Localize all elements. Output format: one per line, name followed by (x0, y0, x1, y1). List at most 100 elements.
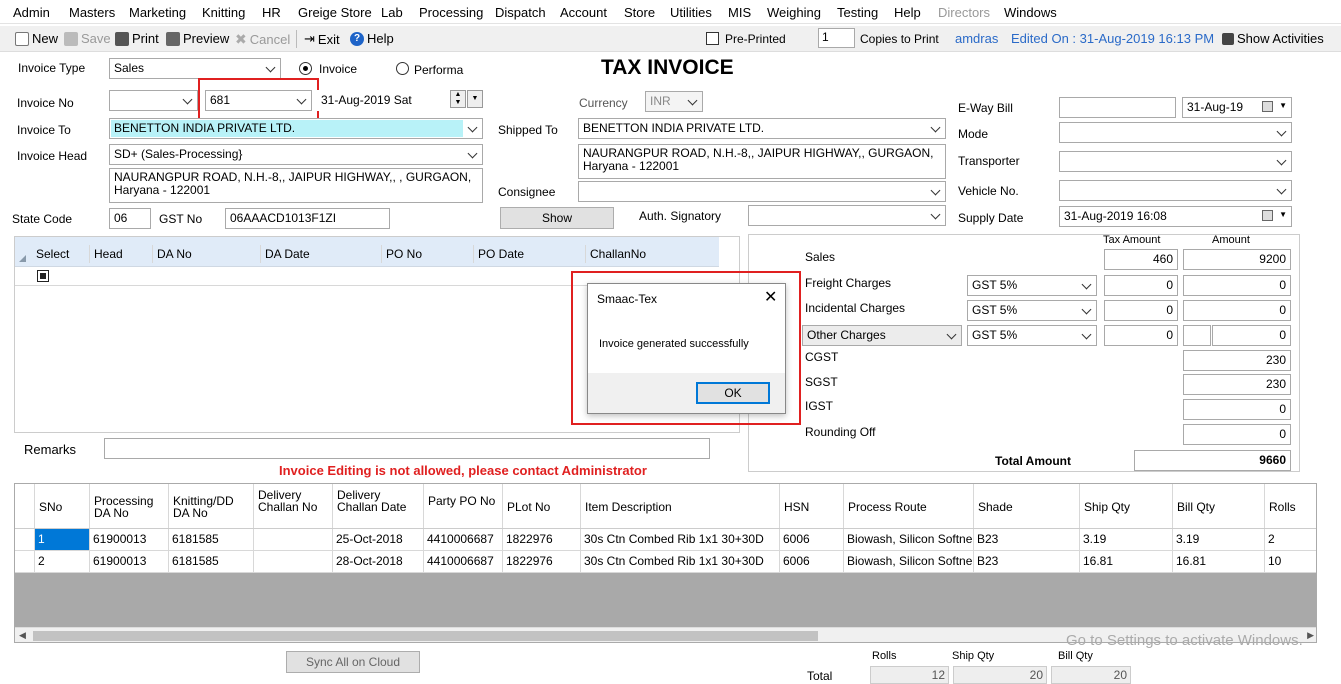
cell-plot-no[interactable]: 1822976 (503, 551, 581, 573)
menu-marketing[interactable]: Marketing (129, 5, 186, 20)
menu-mis[interactable]: MIS (728, 5, 751, 20)
cell-delivery-challan-no[interactable] (254, 529, 333, 551)
incidental-gst-select[interactable]: GST 5% (967, 300, 1097, 321)
cell-party-po[interactable]: 4410006687 (424, 529, 503, 551)
total-amount-field[interactable]: 9660 (1134, 450, 1291, 471)
cell-process-route[interactable]: Biowash, Silicon Softner... (844, 529, 974, 551)
menu-windows[interactable]: Windows (1004, 5, 1057, 20)
invoice-to-select[interactable]: BENETTON INDIA PRIVATE LTD. (109, 118, 483, 139)
copies-input[interactable]: 1 (818, 28, 855, 48)
pre-printed-checkbox[interactable] (706, 32, 719, 45)
sales-tax-field[interactable]: 460 (1104, 249, 1178, 270)
freight-amount-field[interactable]: 0 (1183, 275, 1291, 296)
eway-date-picker[interactable]: 31-Aug-19 ▼ (1182, 97, 1292, 118)
cell-ship-qty[interactable]: 3.19 (1080, 529, 1173, 551)
cell-knitting-da[interactable]: 6181585 (169, 551, 254, 573)
invoice-address-field[interactable]: NAURANGPUR ROAD, N.H.-8,, JAIPUR HIGHWAY… (109, 168, 483, 203)
date-dropdown-button[interactable]: ▼ (467, 90, 483, 108)
cell-plot-no[interactable]: 1822976 (503, 529, 581, 551)
menu-help[interactable]: Help (894, 5, 921, 20)
menu-greige-store[interactable]: Greige Store (298, 5, 372, 20)
preview-button[interactable]: Preview (166, 31, 229, 46)
cgst-field[interactable]: 230 (1183, 350, 1291, 371)
menu-testing[interactable]: Testing (837, 5, 878, 20)
cell-hsn[interactable]: 6006 (780, 551, 844, 573)
invoice-prefix-select[interactable] (109, 90, 198, 111)
currency-select[interactable]: INR (645, 91, 703, 112)
state-code-input[interactable]: 06 (109, 208, 151, 229)
cell-rolls[interactable]: 2 (1265, 529, 1316, 551)
freight-tax-field[interactable]: 0 (1104, 275, 1178, 296)
menu-directors[interactable]: Directors (938, 5, 990, 20)
table-row[interactable]: 2 61900013 6181585 28-Oct-2018 441000668… (15, 551, 1316, 573)
select-all-corner[interactable] (19, 255, 26, 262)
cancel-button[interactable]: ✖ Cancel (235, 31, 290, 48)
cell-delivery-challan-date[interactable]: 25-Oct-2018 (333, 529, 424, 551)
shipped-address-field[interactable]: NAURANGPUR ROAD, N.H.-8,, JAIPUR HIGHWAY… (578, 144, 946, 179)
performa-radio[interactable] (396, 62, 409, 75)
gst-no-input[interactable]: 06AAACD1013F1ZI (225, 208, 390, 229)
remarks-input[interactable] (104, 438, 710, 459)
eway-bill-input[interactable] (1059, 97, 1176, 118)
other-charges-select[interactable]: Other Charges (802, 325, 962, 346)
scrollbar-thumb[interactable] (33, 631, 818, 641)
show-activities-button[interactable]: Show Activities (1222, 31, 1324, 46)
incidental-amount-field[interactable]: 0 (1183, 300, 1291, 321)
table-row[interactable]: 1 61900013 6181585 25-Oct-2018 441000668… (15, 529, 1316, 551)
scroll-right-icon[interactable]: ▶ (1307, 630, 1314, 641)
cell-hsn[interactable]: 6006 (780, 529, 844, 551)
menu-masters[interactable]: Masters (69, 5, 115, 20)
cell-sno[interactable]: 2 (35, 551, 90, 573)
exit-button[interactable]: ⇥ Exit (304, 31, 340, 47)
cell-process-route[interactable]: Biowash, Silicon Softner... (844, 551, 974, 573)
cell-processing-da[interactable]: 61900013 (90, 529, 169, 551)
menu-knitting[interactable]: Knitting (202, 5, 245, 20)
date-spinner[interactable]: ▲ ▼ (450, 90, 466, 108)
vehicle-select[interactable] (1059, 180, 1292, 201)
cell-bill-qty[interactable]: 16.81 (1173, 551, 1265, 573)
other-extra-field[interactable] (1183, 325, 1211, 346)
help-button[interactable]: ? Help (350, 31, 394, 46)
transporter-select[interactable] (1059, 151, 1292, 172)
invoice-radio[interactable] (299, 62, 312, 75)
sgst-field[interactable]: 230 (1183, 374, 1291, 395)
cell-delivery-challan-date[interactable]: 28-Oct-2018 (333, 551, 424, 573)
rounding-field[interactable]: 0 (1183, 424, 1291, 445)
sales-amount-field[interactable]: 9200 (1183, 249, 1291, 270)
cell-ship-qty[interactable]: 16.81 (1080, 551, 1173, 573)
shipped-to-select[interactable]: BENETTON INDIA PRIVATE LTD. (578, 118, 946, 139)
auth-signatory-select[interactable] (748, 205, 946, 226)
freight-gst-select[interactable]: GST 5% (967, 275, 1097, 296)
other-amount-field[interactable]: 0 (1212, 325, 1291, 346)
cell-rolls[interactable]: 10 (1265, 551, 1316, 573)
supply-date-picker[interactable]: 31-Aug-2019 16:08 ▼ (1059, 206, 1292, 227)
cell-bill-qty[interactable]: 3.19 (1173, 529, 1265, 551)
consignee-select[interactable] (578, 181, 946, 202)
cell-party-po[interactable]: 4410006687 (424, 551, 503, 573)
cell-shade[interactable]: B23 (974, 529, 1080, 551)
cell-item-description[interactable]: 30s Ctn Combed Rib 1x1 30+30D (581, 529, 780, 551)
menu-account[interactable]: Account (560, 5, 607, 20)
invoice-date-picker[interactable]: 31-Aug-2019 Sat (316, 90, 466, 111)
cell-knitting-da[interactable]: 6181585 (169, 529, 254, 551)
menu-admin[interactable]: Admin (13, 5, 50, 20)
scroll-left-icon[interactable]: ◀ (19, 630, 26, 641)
other-tax-field[interactable]: 0 (1104, 325, 1178, 346)
save-button[interactable]: Save (64, 31, 111, 46)
menu-store[interactable]: Store (624, 5, 655, 20)
igst-field[interactable]: 0 (1183, 399, 1291, 420)
cell-delivery-challan-no[interactable] (254, 551, 333, 573)
cell-item-description[interactable]: 30s Ctn Combed Rib 1x1 30+30D (581, 551, 780, 573)
menu-processing[interactable]: Processing (419, 5, 483, 20)
cell-sno[interactable]: 1 (35, 529, 90, 551)
incidental-tax-field[interactable]: 0 (1104, 300, 1178, 321)
menu-weighing[interactable]: Weighing (767, 5, 821, 20)
other-gst-select[interactable]: GST 5% (967, 325, 1097, 346)
invoice-type-select[interactable]: Sales (109, 58, 281, 79)
print-button[interactable]: Print (115, 31, 159, 46)
show-button[interactable]: Show (500, 207, 614, 229)
menu-utilities[interactable]: Utilities (670, 5, 712, 20)
cell-processing-da[interactable]: 61900013 (90, 551, 169, 573)
sync-cloud-button[interactable]: Sync All on Cloud (286, 651, 420, 673)
new-button[interactable]: New (15, 31, 58, 46)
